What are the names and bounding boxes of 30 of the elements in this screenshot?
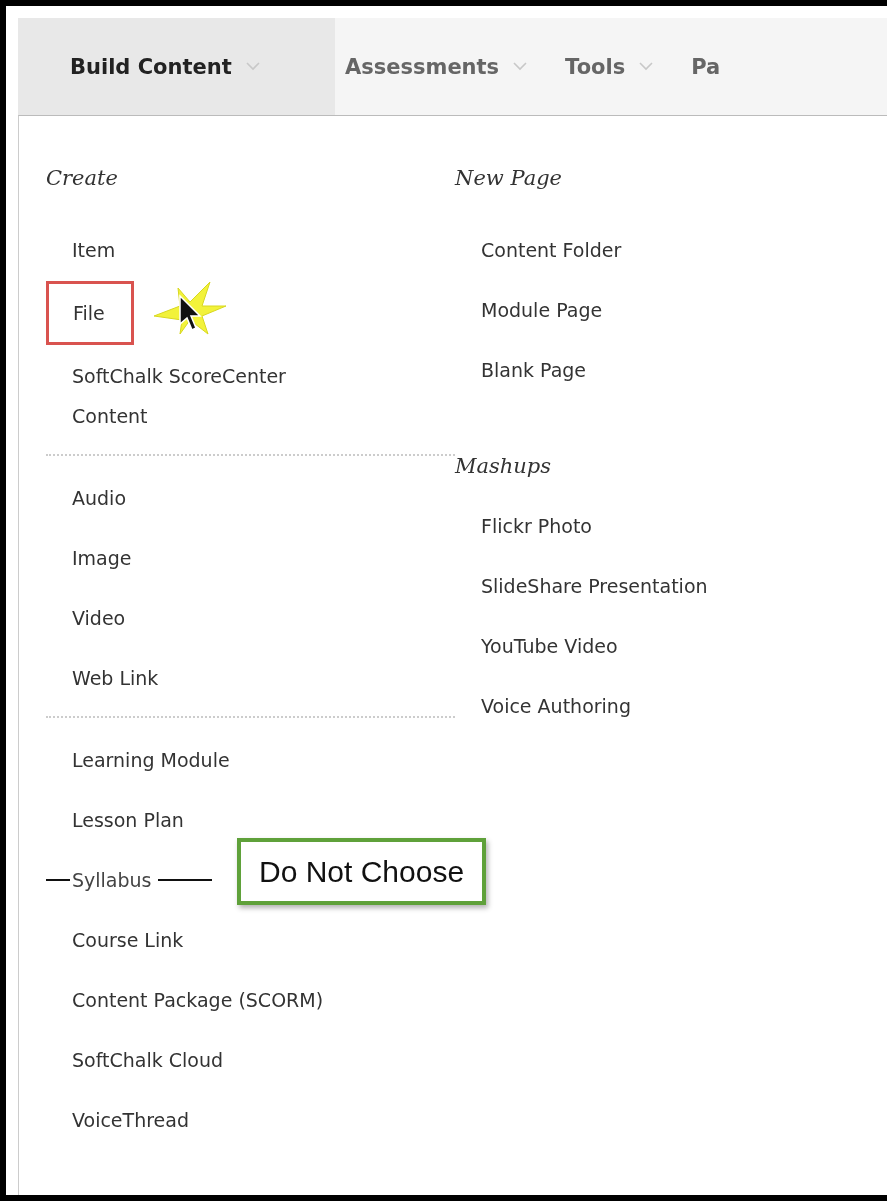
- menu-item[interactable]: Learning Module: [72, 740, 230, 780]
- menu-item[interactable]: Item: [72, 230, 116, 270]
- menu-item[interactable]: Blank Page: [481, 350, 587, 390]
- section-heading: New Page: [455, 165, 564, 192]
- menu-item[interactable]: Module Page: [481, 290, 603, 330]
- menu-tab[interactable]: Assessments: [335, 18, 556, 115]
- menu-item[interactable]: Lesson Plan: [72, 800, 184, 840]
- section-heading: Mashups: [455, 453, 553, 480]
- callout-note: Do Not Choose: [237, 838, 487, 905]
- menu-tab[interactable]: Pa: [681, 18, 749, 115]
- menu-item[interactable]: Course Link: [72, 920, 184, 960]
- menu-item[interactable]: Flickr Photo: [481, 506, 592, 546]
- menu-item[interactable]: SoftChalk Cloud: [72, 1040, 224, 1080]
- menu-item[interactable]: SlideShare Presentation: [481, 566, 708, 606]
- menu-item[interactable]: Syllabus: [72, 869, 152, 891]
- menu-item[interactable]: SoftChalk ScoreCenter Content: [72, 356, 362, 436]
- menu-item[interactable]: Audio: [72, 478, 126, 518]
- strike-line: [46, 879, 70, 881]
- menu-tab[interactable]: Tools: [555, 18, 682, 115]
- strike-line: [158, 879, 212, 881]
- menu-item[interactable]: YouTube Video: [481, 626, 618, 666]
- menu-item[interactable]: Content Folder: [481, 230, 622, 270]
- menu-item[interactable]: VoiceThread: [72, 1100, 189, 1140]
- menu-item[interactable]: Image: [72, 538, 132, 578]
- section-heading: Create: [46, 165, 119, 192]
- menu-item[interactable]: Web Link: [72, 658, 159, 698]
- menu-item[interactable]: Video: [72, 598, 126, 638]
- menu-item[interactable]: Content Package (SCORM): [72, 980, 324, 1020]
- menu-tab[interactable]: Build Content: [18, 18, 335, 115]
- menu-item[interactable]: Voice Authoring: [481, 686, 631, 726]
